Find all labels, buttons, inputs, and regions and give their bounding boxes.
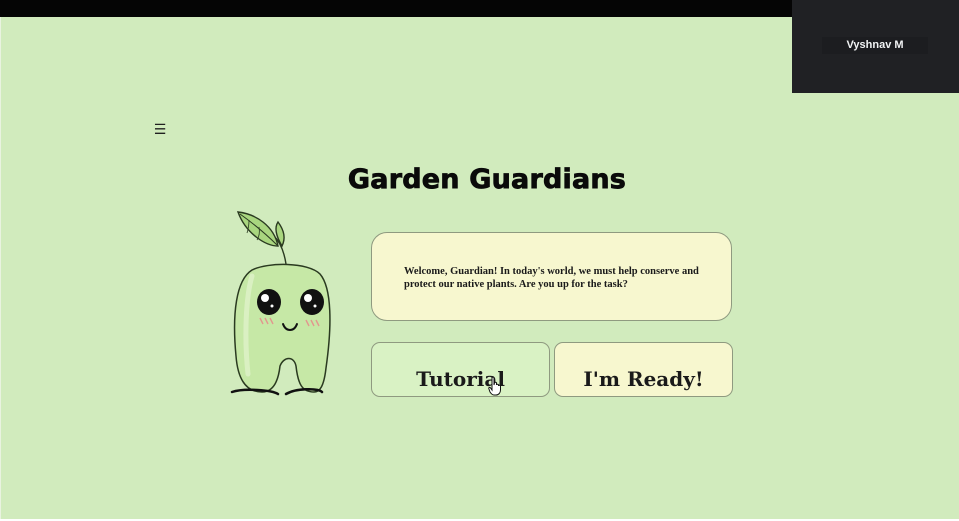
welcome-message-box: Welcome, Guardian! In today's world, we … xyxy=(371,232,732,321)
right-eye xyxy=(300,289,324,315)
leaf-sprout xyxy=(236,211,287,265)
participant-video-tile[interactable]: Vyshnav M xyxy=(792,0,959,93)
tutorial-button[interactable]: Tutorial xyxy=(371,342,550,397)
left-edge xyxy=(0,17,1,521)
hand-pointer-cursor-icon xyxy=(488,376,501,396)
page-title: Garden Guardians xyxy=(347,164,627,196)
welcome-message-text: Welcome, Guardian! In today's world, we … xyxy=(404,266,699,290)
participant-name-label: Vyshnav M xyxy=(822,37,928,54)
sprout-mascot-icon xyxy=(230,211,331,396)
hamburger-menu-icon[interactable]: ☰ xyxy=(153,121,167,139)
ready-button[interactable]: I'm Ready! xyxy=(554,342,733,397)
left-eye xyxy=(257,289,281,315)
